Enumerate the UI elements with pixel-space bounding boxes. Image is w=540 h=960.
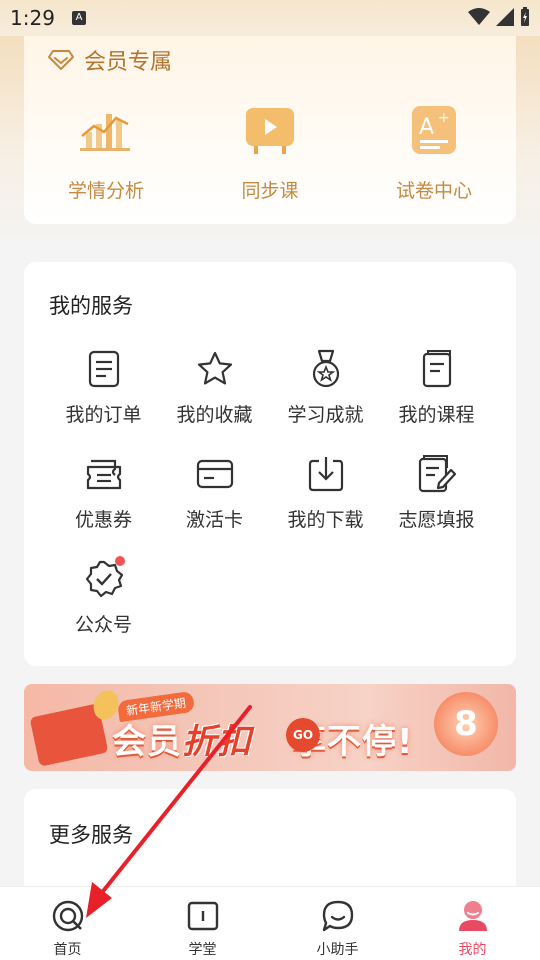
profile-icon: [456, 899, 490, 933]
services-title: 我的服务: [49, 294, 133, 318]
service-label: 我的订单: [65, 404, 142, 426]
bottom-nav: 首页 学堂 小助手 我的: [0, 886, 540, 960]
coupon-icon: [83, 453, 125, 495]
promo-banner[interactable]: 新年新学期 会员折扣 享不停! GO 8: [24, 684, 516, 771]
notification-dot: [114, 556, 125, 566]
service-my-courses[interactable]: 我的课程: [381, 348, 492, 427]
service-label: 学习成就: [287, 404, 364, 426]
verified-badge-icon: [83, 556, 125, 600]
chat-icon: [321, 899, 355, 933]
banner-text-left: 会员: [112, 722, 182, 762]
svg-text:+: +: [438, 110, 450, 126]
service-label: 我的课程: [398, 404, 475, 426]
service-label: 我的下载: [287, 509, 364, 531]
my-services-card: 我的服务 我的订单 我的收藏 学习成就 我的课程 优惠券 激活卡 我的下载 志愿…: [24, 262, 516, 666]
medal-icon: [305, 348, 347, 390]
banner-discount-badge: 8: [434, 692, 498, 756]
vip-item-exam-center[interactable]: A + 试卷中心: [364, 102, 504, 203]
service-label: 优惠券: [74, 509, 132, 531]
card-icon: [194, 453, 236, 495]
vip-items: 学情分析 同步课 A + 试卷中心: [24, 102, 516, 203]
service-label: 公众号: [74, 614, 132, 636]
vip-item-label: 学情分析: [67, 180, 144, 202]
notification-a-icon: A: [72, 11, 86, 25]
status-icons: [468, 7, 530, 27]
wifi-icon: [468, 8, 490, 25]
banner-go-badge: GO: [286, 718, 320, 752]
service-my-downloads[interactable]: 我的下载: [270, 453, 381, 532]
services-grid: 我的订单 我的收藏 学习成就 我的课程 优惠券 激活卡 我的下载 志愿填报 公众…: [48, 348, 492, 637]
service-official-account[interactable]: 公众号: [48, 556, 159, 637]
vip-item-analysis[interactable]: 学情分析: [36, 102, 176, 203]
status-time: 1:29: [10, 6, 55, 30]
banner-headline: 会员折扣 享不停!: [112, 714, 414, 763]
vip-title-row: 会员专属: [48, 44, 172, 76]
service-my-favorites[interactable]: 我的收藏: [159, 348, 270, 427]
service-label: 志愿填报: [398, 509, 475, 531]
exam-paper-icon: A +: [406, 102, 462, 158]
book-icon: [186, 899, 220, 933]
signal-icon: [496, 8, 514, 26]
service-label: 激活卡: [185, 509, 243, 531]
vip-exclusive-card: 会员专属 学情分析 同步课 A + 试卷中心: [24, 14, 516, 224]
service-activation-card[interactable]: 激活卡: [159, 453, 270, 532]
order-icon: [83, 348, 125, 390]
diamond-icon: [48, 50, 74, 70]
more-services-title: 更多服务: [49, 823, 133, 847]
nav-item-school[interactable]: 学堂: [135, 887, 270, 960]
home-icon: [51, 899, 85, 933]
vip-item-label: 同步课: [241, 180, 299, 202]
nav-label: 首页: [53, 942, 82, 958]
video-board-icon: [242, 102, 298, 158]
banner-text-mid: 折扣: [182, 722, 252, 762]
analysis-chart-icon: [78, 102, 134, 158]
svg-text:A: A: [419, 115, 434, 140]
nav-item-assistant[interactable]: 小助手: [270, 887, 405, 960]
nav-item-mine[interactable]: 我的: [405, 887, 540, 960]
vip-item-sync-course[interactable]: 同步课: [200, 102, 340, 203]
service-application-filling[interactable]: 志愿填报: [381, 453, 492, 532]
nav-label: 我的: [458, 942, 487, 958]
service-coupons[interactable]: 优惠券: [48, 453, 159, 532]
service-my-orders[interactable]: 我的订单: [48, 348, 159, 427]
status-bar: 1:29 A: [0, 0, 540, 36]
service-achievements[interactable]: 学习成就: [270, 348, 381, 427]
nav-item-home[interactable]: 首页: [0, 887, 135, 960]
form-edit-icon: [416, 453, 458, 495]
nav-label: 小助手: [316, 942, 359, 958]
star-icon: [194, 348, 236, 390]
vip-item-label: 试卷中心: [395, 180, 472, 202]
battery-icon: [521, 7, 529, 26]
download-icon: [305, 453, 347, 495]
nav-label: 学堂: [188, 942, 217, 958]
service-label: 我的收藏: [176, 404, 253, 426]
vip-title: 会员专属: [84, 50, 173, 75]
course-book-icon: [416, 348, 458, 390]
